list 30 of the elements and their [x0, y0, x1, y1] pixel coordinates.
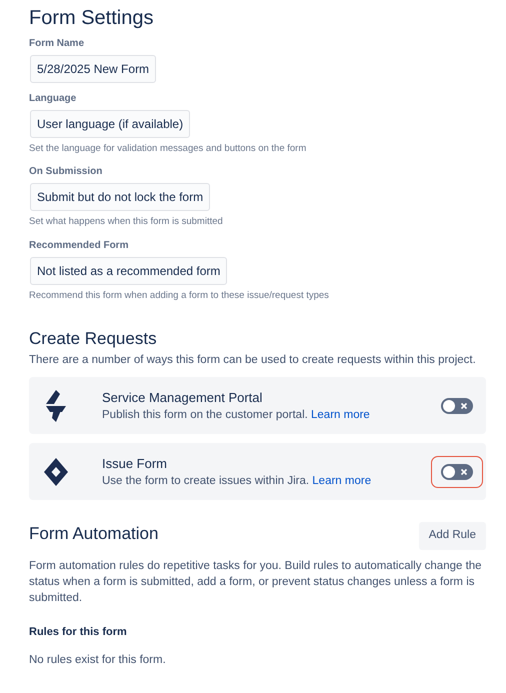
select-field[interactable]: User language (if available)	[30, 110, 190, 138]
subsection-title: Rules for this form	[29, 624, 128, 640]
cross-icon	[460, 468, 468, 476]
cross-icon	[460, 402, 468, 410]
help-text: Set the language for validation messages and buttons on the form	[29, 142, 308, 156]
empty-message: No rules exist for this form.	[29, 653, 167, 668]
option-title: Issue Form	[102, 454, 168, 473]
field-label: Language	[29, 92, 78, 106]
diamond-icon	[42, 456, 70, 488]
help-text: Set what happens when this form is submitted	[29, 215, 224, 230]
field-label: Recommended Form	[29, 238, 130, 252]
select-field[interactable]: 5/28/2025 New Form	[30, 55, 156, 83]
section-title: Create Requests	[29, 328, 158, 350]
section-description: Form automation rules do repetitive tasks for you. Build rules to automatically change the status when a form is submitted, add a form, or prevent status changes unless a form is submitted.	[29, 558, 483, 606]
option-description: Use the form to create issues within Jira. Learn more	[102, 474, 372, 490]
help-text: Recommend this form when adding a form to these issue/request types	[29, 288, 330, 302]
learn-more-link[interactable]: Learn more	[312, 475, 372, 488]
section-description: There are a number of ways this form can be used to create requests within this project.	[29, 353, 477, 368]
add-rule-button[interactable]: Add Rule	[418, 522, 486, 550]
learn-more-link[interactable]: Learn more	[311, 409, 370, 422]
page-title: Form Settings	[29, 6, 154, 30]
select-field[interactable]: Not listed as a recommended form	[30, 256, 228, 284]
section-title: Form Automation	[29, 524, 158, 545]
field-label: On Submission	[29, 165, 104, 180]
select-field[interactable]: Submit but do not lock the form	[30, 183, 210, 212]
toggle-switch[interactable]	[441, 398, 473, 414]
field-label: Form Name	[29, 37, 86, 51]
option-title: Service Management Portal	[102, 388, 264, 407]
toggle-switch[interactable]	[441, 464, 473, 480]
option-description: Publish this form on the customer portal. Learn more	[102, 408, 371, 424]
